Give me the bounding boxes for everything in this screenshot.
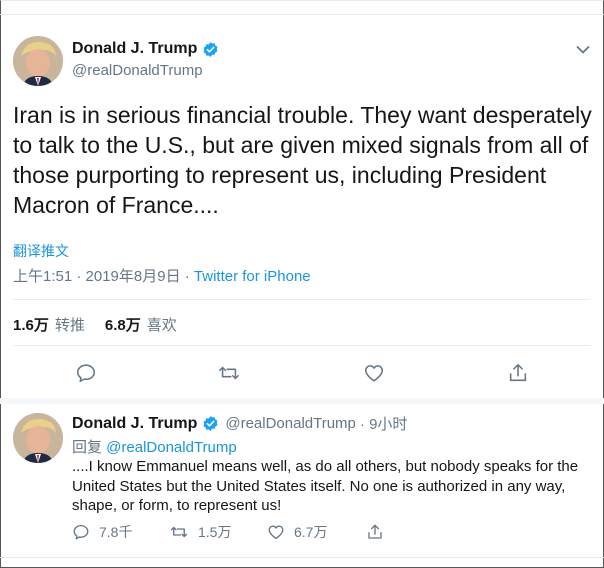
reply-icon[interactable] bbox=[73, 360, 99, 386]
verified-badge-icon bbox=[202, 41, 219, 58]
tweet-time[interactable]: 上午1:51 · 2019年8月9日 · bbox=[13, 268, 194, 285]
tweet-source-link[interactable]: Twitter for iPhone bbox=[194, 268, 311, 285]
translate-tweet-link[interactable]: 翻译推文 bbox=[13, 241, 69, 261]
reply-author-row: Donald J. Trump @realDonaldTrump · 9小时 bbox=[72, 413, 407, 434]
avatar[interactable] bbox=[13, 36, 63, 86]
like-count: 6.7万 bbox=[294, 524, 328, 540]
tweet-actions bbox=[0, 360, 604, 388]
reply-text: ....I know Emmanuel means well, as do al… bbox=[72, 458, 579, 514]
like-icon bbox=[268, 525, 284, 540]
author-name[interactable]: Donald J. Trump bbox=[72, 40, 197, 58]
divider bbox=[13, 345, 591, 346]
verified-badge-icon bbox=[202, 415, 219, 432]
avatar[interactable] bbox=[13, 413, 63, 463]
like-button[interactable]: 6.7万 bbox=[267, 522, 366, 542]
top-divider bbox=[0, 14, 604, 15]
divider bbox=[13, 299, 591, 300]
like-icon[interactable] bbox=[361, 360, 387, 386]
tweet-text: Iran is in serious financial trouble. Th… bbox=[13, 102, 592, 218]
author-handle[interactable]: @realDonaldTrump bbox=[72, 62, 203, 79]
likes-stat[interactable]: 6.8万 喜欢 bbox=[105, 314, 177, 335]
share-icon[interactable] bbox=[505, 360, 531, 386]
section-divider bbox=[0, 398, 604, 404]
author-row: Donald J. Trump bbox=[72, 40, 219, 58]
share-button[interactable] bbox=[366, 523, 384, 541]
chevron-down-icon[interactable] bbox=[576, 42, 590, 54]
retweet-icon[interactable] bbox=[216, 360, 242, 386]
reply-icon bbox=[73, 524, 89, 540]
retweets-stat[interactable]: 1.6万 转推 bbox=[13, 314, 85, 335]
retweet-button[interactable]: 1.5万 bbox=[169, 522, 267, 542]
reply-button[interactable]: 7.8千 bbox=[72, 522, 169, 542]
reply-mention-link[interactable]: @realDonaldTrump bbox=[106, 439, 237, 456]
reply-count: 7.8千 bbox=[99, 524, 133, 540]
author-name[interactable]: Donald J. Trump bbox=[72, 415, 197, 433]
reply-context: 回复 @realDonaldTrump bbox=[72, 436, 237, 457]
retweet-count: 1.5万 bbox=[198, 524, 232, 540]
tweet-stats: 1.6万 转推 6.8万 喜欢 bbox=[13, 314, 177, 335]
reply-prefix: 回复 bbox=[72, 439, 107, 456]
bottom-divider bbox=[0, 557, 604, 558]
tweet-timestamp: 上午1:51 · 2019年8月9日 · Twitter for iPhone bbox=[13, 265, 311, 286]
tweet-time[interactable]: · 9小时 bbox=[360, 413, 408, 434]
share-icon bbox=[368, 524, 382, 539]
reply-actions: 7.8千 1.5万 6.7万 bbox=[72, 522, 384, 542]
retweet-icon bbox=[170, 526, 188, 538]
author-handle[interactable]: @realDonaldTrump bbox=[225, 415, 356, 432]
